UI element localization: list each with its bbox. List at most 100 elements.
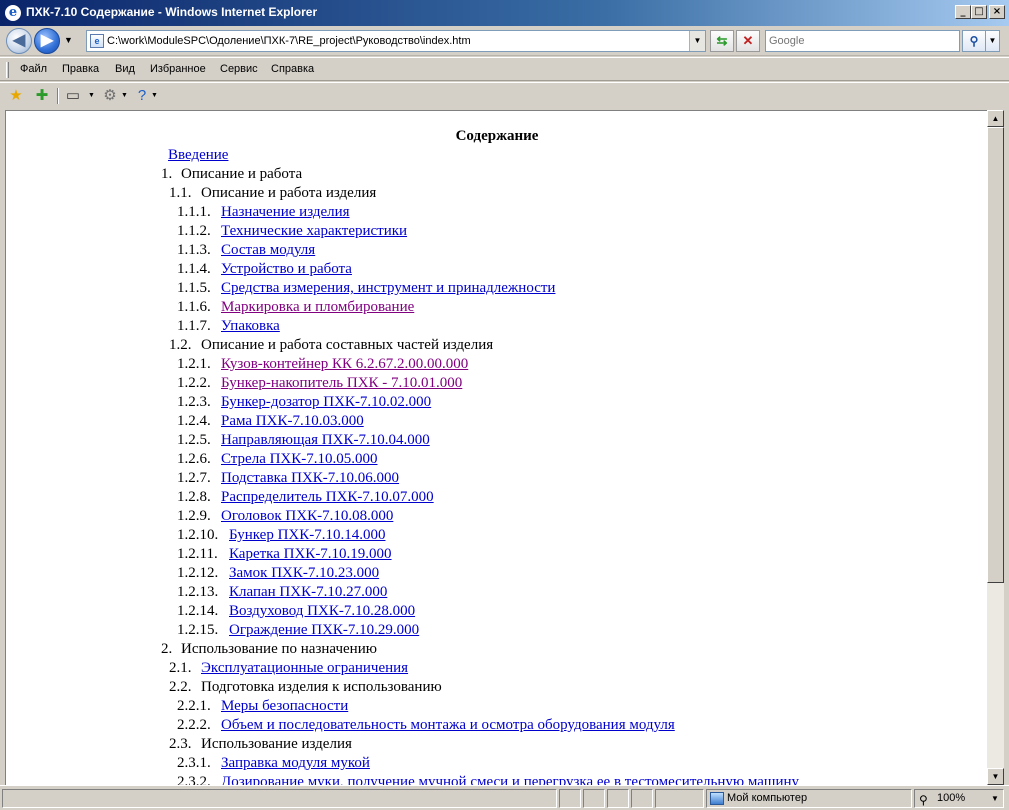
toc-number: 1.1. (169, 185, 192, 201)
help-dropdown-icon[interactable]: ▼ (151, 92, 158, 99)
toc-link[interactable]: Введение (168, 146, 228, 165)
toc-link[interactable]: Рама ПХК-7.10.03.000 (221, 412, 364, 431)
toc-link[interactable]: Каретка ПХК-7.10.19.000 (229, 545, 392, 564)
forward-button[interactable]: ▶ (34, 28, 60, 54)
search-options-dropdown-icon[interactable]: ▼ (986, 30, 1000, 52)
toc-link[interactable]: Устройство и работа (221, 260, 352, 279)
toc-number: 1.1.3. (177, 242, 211, 258)
toc-number: 1.2.6. (177, 451, 211, 467)
stop-icon: ✕ (742, 33, 754, 48)
toc-number: 1.2.5. (177, 432, 211, 448)
toc-link[interactable]: Кузов-контейнер КК 6.2.67.2.00.00.000 (221, 355, 468, 374)
toc-link[interactable]: Дозирование муки, получение мучной смеси… (221, 773, 799, 785)
toc-section-title: Использование по назначению (181, 641, 377, 657)
toc-number: 1.1.4. (177, 261, 211, 277)
tools-dropdown-icon[interactable]: ▼ (121, 92, 128, 99)
address-input[interactable]: C:\work\ModuleSPC\Одоление\ПХК-7\RE_proj… (107, 35, 471, 47)
page-heading: Содержание (455, 128, 539, 144)
security-zone[interactable]: Мой компьютер (706, 789, 912, 808)
window-title: ПХК-7.10 Содержание - Windows Internet E… (26, 5, 318, 19)
print-icon[interactable]: ▭ (64, 87, 82, 105)
address-dropdown-icon[interactable]: ▼ (689, 31, 705, 51)
toc-link[interactable]: Распределитель ПХК-7.10.07.000 (221, 488, 434, 507)
tools-gear-icon[interactable]: ⚙ (101, 87, 119, 105)
toc-link[interactable]: Маркировка и пломбирование (221, 298, 414, 317)
ie-logo-icon: e (5, 5, 21, 21)
search-input[interactable] (766, 31, 959, 51)
toc-link[interactable]: Упаковка (221, 317, 280, 336)
zone-label: Мой компьютер (727, 792, 808, 804)
toc-number: 1. (161, 166, 173, 182)
toc-number: 1.2.12. (177, 565, 219, 581)
menu-view[interactable]: Вид (115, 63, 135, 75)
scroll-up-arrow-icon[interactable]: ▲ (987, 110, 1004, 127)
toc-link[interactable]: Средства измерения, инструмент и принадл… (221, 279, 555, 298)
toc-link[interactable]: Технические характеристики (221, 222, 407, 241)
status-cell (583, 789, 605, 808)
toc-number: 1.1.7. (177, 318, 211, 334)
toc-section-title: Использование изделия (201, 736, 352, 752)
toc-link[interactable]: Бункер-дозатор ПХК-7.10.02.000 (221, 393, 431, 412)
toc-link[interactable]: Заправка модуля мукой (221, 754, 370, 773)
toc-number: 2.2. (169, 679, 192, 695)
scrollbar-thumb[interactable] (987, 127, 1004, 583)
toc-number: 1.2.15. (177, 622, 219, 638)
address-bar[interactable]: e C:\work\ModuleSPC\Одоление\ПХК-7\RE_pr… (86, 30, 706, 52)
scroll-down-arrow-icon[interactable]: ▼ (987, 768, 1004, 785)
toc-number: 2.2.1. (177, 698, 211, 714)
zoom-dropdown-icon[interactable]: ▼ (991, 790, 999, 807)
minimize-button[interactable]: _ (955, 5, 971, 19)
toc-number: 1.1.2. (177, 223, 211, 239)
toc-number: 1.2.14. (177, 603, 219, 619)
toc-section-title: Описание и работа (181, 166, 303, 182)
toc-link[interactable]: Бункер ПХК-7.10.14.000 (229, 526, 386, 545)
zoom-control[interactable]: ⚲ 100% ▼ (914, 789, 1004, 808)
stop-button[interactable]: ✕ (736, 30, 760, 52)
magnifier-icon: ⚲ (969, 34, 979, 48)
toolbar-grip[interactable] (6, 62, 9, 78)
toc-link[interactable]: Объем и последовательность монтажа и осм… (221, 716, 675, 735)
menu-tools[interactable]: Сервис (220, 63, 258, 75)
maximize-button[interactable]: □ (971, 5, 987, 19)
search-box[interactable] (765, 30, 960, 52)
toc-number: 1.1.1. (177, 204, 211, 220)
search-button[interactable]: ⚲ (962, 30, 986, 52)
toc-link[interactable]: Эксплуатационные ограничения (201, 659, 408, 678)
menu-edit[interactable]: Правка (62, 63, 99, 75)
toc-link[interactable]: Бункер-накопитель ПХК - 7.10.01.000 (221, 374, 462, 393)
toc-link[interactable]: Направляющая ПХК-7.10.04.000 (221, 431, 430, 450)
toc-link[interactable]: Меры безопасности (221, 697, 348, 716)
help-icon[interactable]: ? (133, 87, 151, 105)
refresh-button[interactable]: ⇆ (710, 30, 734, 52)
toc-link[interactable]: Стрела ПХК-7.10.05.000 (221, 450, 378, 469)
favorites-star-icon[interactable]: ★ (7, 87, 25, 105)
toc-link[interactable]: Замок ПХК-7.10.23.000 (229, 564, 379, 583)
status-cell (607, 789, 629, 808)
toc-link[interactable]: Подставка ПХК-7.10.06.000 (221, 469, 399, 488)
toc-number: 1.2.8. (177, 489, 211, 505)
back-arrow-icon: ◀ (12, 32, 26, 49)
back-button[interactable]: ◀ (6, 28, 32, 54)
page-icon: e (90, 34, 104, 48)
page-content: Содержание Введение 1. Описание и работа 1.… (5, 110, 987, 785)
vertical-scrollbar[interactable]: ▲ ▼ (987, 110, 1004, 785)
menu-bar: Файл Правка Вид Избранное Сервис Справка (0, 57, 1009, 81)
toc-number: 2.3.1. (177, 755, 211, 771)
toc-link[interactable]: Назначение изделия (221, 203, 350, 222)
status-bar: Мой компьютер ⚲ 100% ▼ (0, 785, 1009, 810)
history-dropdown-icon[interactable]: ▼ (64, 35, 73, 45)
print-dropdown-icon[interactable]: ▼ (88, 92, 95, 99)
menu-help[interactable]: Справка (271, 63, 314, 75)
favorites-bar: ★ ✚ ▭ ▼ ⚙ ▼ ? ▼ (0, 82, 1009, 109)
menu-favorites[interactable]: Избранное (150, 63, 206, 75)
toc-number: 2.3.2. (177, 774, 211, 785)
menu-file[interactable]: Файл (20, 63, 47, 75)
add-favorites-icon[interactable]: ✚ (33, 87, 51, 105)
toc-link[interactable]: Клапан ПХК-7.10.27.000 (229, 583, 387, 602)
toc-link[interactable]: Ограждение ПХК-7.10.29.000 (229, 621, 419, 640)
toc-link[interactable]: Оголовок ПХК-7.10.08.000 (221, 507, 393, 526)
toc-link[interactable]: Состав модуля (221, 241, 315, 260)
close-button[interactable]: × (989, 5, 1005, 19)
toc-link[interactable]: Воздуховод ПХК-7.10.28.000 (229, 602, 415, 621)
status-text-cell (2, 789, 557, 808)
